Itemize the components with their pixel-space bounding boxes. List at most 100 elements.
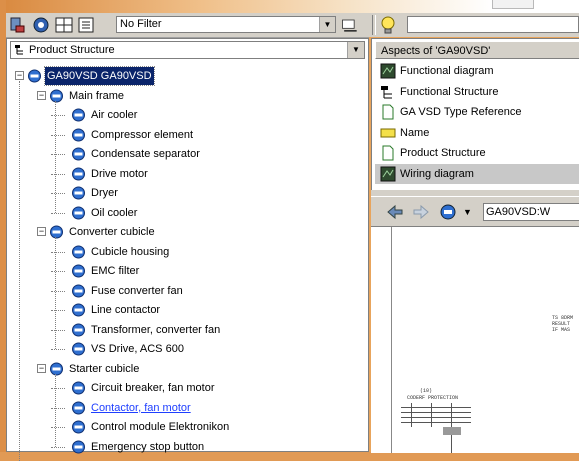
tree-node-label: Circuit breaker, fan motor	[91, 382, 215, 394]
filter-select[interactable]: No Filter ▼	[116, 16, 336, 33]
tree-node-label: Cubicle housing	[91, 245, 170, 258]
object-icon	[71, 420, 86, 434]
tree-connector	[51, 407, 65, 409]
document-icon	[380, 145, 396, 161]
structure-tree-panel: Product Structure ▼ − GA90VSD GA90VSD − Mai…	[6, 38, 369, 461]
object-icon	[71, 303, 86, 317]
tree-connector	[51, 388, 65, 389]
structure-icon	[15, 45, 23, 55]
object-icon	[71, 167, 86, 181]
collapse-icon[interactable]: −	[15, 71, 24, 80]
tree-connector	[51, 349, 65, 350]
diagram-wire	[431, 403, 432, 427]
object-icon	[71, 342, 86, 356]
tree-node-label: Compressor element	[91, 128, 194, 141]
back-icon[interactable]	[385, 203, 405, 221]
toolbar-divider	[372, 15, 376, 35]
chevron-down-icon[interactable]: ▼	[319, 17, 335, 32]
tree-connector	[51, 212, 65, 214]
tree-connector	[51, 329, 65, 331]
wiring-diagram-view[interactable]: (10) CODERF PROTECTION TS 8DRM RESULT IF…	[371, 226, 579, 453]
tree-connector	[51, 134, 65, 136]
aspect-item[interactable]: Wiring diagram	[375, 163, 579, 184]
structure-icon	[380, 84, 396, 100]
tree-node-label: GA90VSD GA90VSD	[44, 66, 155, 86]
tree-node-label: Converter cubicle	[69, 226, 155, 238]
object-icon	[71, 284, 86, 298]
object-icon	[71, 108, 86, 122]
tree-node-label: Emergency stop button	[91, 440, 205, 453]
diagram-border-line	[391, 227, 392, 453]
navigation-bar: ▼ GA90VSD:W	[371, 196, 579, 227]
tree-connector	[55, 373, 56, 447]
tree-connector	[51, 193, 65, 194]
collapse-icon[interactable]: −	[37, 90, 46, 100]
tree-connector	[51, 290, 65, 292]
object-icon	[49, 225, 64, 239]
diagram-component	[443, 427, 461, 435]
object-icon	[71, 323, 86, 337]
aspects-panel: Aspects of 'GA90VSD' Functional diagram F…	[371, 38, 579, 191]
aspect-item[interactable]: Name	[375, 123, 579, 143]
structure-select-value: Product Structure	[29, 44, 115, 56]
tree-node-label: Starter cubicle	[69, 362, 140, 375]
find-icon[interactable]	[8, 15, 28, 35]
tree-connector	[51, 115, 65, 116]
collapse-icon[interactable]: −	[37, 227, 46, 236]
structure-select[interactable]: Product Structure ▼	[10, 41, 365, 59]
tree-connector	[55, 237, 56, 349]
window-gripper	[492, 0, 534, 9]
tree-node-label: Drive motor	[91, 167, 148, 180]
aspects-header: Aspects of 'GA90VSD'	[375, 41, 579, 59]
tree-connector	[51, 173, 65, 175]
object-icon	[71, 264, 86, 278]
filter-value: No Filter	[120, 18, 162, 30]
aspect-item-label: Name	[400, 126, 430, 139]
object-icon	[71, 186, 86, 200]
tree-node-label: Oil cooler	[91, 206, 138, 219]
diagram-icon	[380, 63, 396, 79]
tree-node-label: Control module Elektronikon	[91, 421, 230, 433]
tree-connector	[55, 100, 56, 213]
tree-node-label: Air cooler	[91, 109, 138, 121]
grid-icon[interactable]	[54, 15, 74, 35]
object-icon	[49, 362, 64, 376]
collapse-icon[interactable]: −	[37, 363, 46, 373]
filter-settings-icon[interactable]	[340, 15, 364, 35]
aspect-item[interactable]: Functional diagram	[375, 61, 579, 81]
tree-connector	[51, 271, 65, 272]
object-icon	[71, 147, 86, 161]
aspect-item-label: Product Structure	[400, 147, 486, 159]
diagram-caption: CODERF PROTECTION	[407, 395, 459, 401]
refresh-icon[interactable]	[31, 15, 51, 35]
aspect-search-input[interactable]	[407, 16, 579, 33]
background-banner	[0, 0, 579, 14]
filter-options-icon[interactable]	[76, 15, 96, 35]
diagram-wire	[411, 403, 412, 427]
object-icon	[71, 206, 86, 220]
tree-node-label: EMC filter	[91, 265, 140, 277]
object-icon	[71, 381, 86, 395]
object-icon	[49, 89, 64, 103]
path-input[interactable]: GA90VSD:W	[483, 203, 579, 221]
chevron-down-icon[interactable]: ▼	[463, 203, 472, 221]
tree-node-label: Contactor, fan motor	[91, 401, 191, 414]
object-icon	[71, 401, 86, 415]
diagram-icon	[380, 166, 396, 182]
tree-node-label: Line contactor	[91, 304, 161, 316]
forward-icon[interactable]	[411, 203, 431, 221]
background-bottom-edge	[0, 452, 579, 461]
object-icon[interactable]	[439, 203, 459, 221]
tree-connector	[51, 154, 65, 155]
aspect-item[interactable]: Functional Structure	[375, 82, 579, 102]
aspect-item-label: GA VSD Type Reference	[400, 106, 522, 118]
aspect-item[interactable]: Product Structure	[375, 143, 579, 163]
aspect-item[interactable]: GA VSD Type Reference	[375, 102, 579, 122]
chevron-down-icon[interactable]: ▼	[347, 42, 364, 58]
tree-connector	[51, 310, 65, 311]
tree-node-label: VS Drive, ACS 600	[91, 343, 184, 355]
tree-node-label: Transformer, converter fan	[91, 323, 221, 336]
structure-toolbar: No Filter ▼	[6, 13, 369, 38]
lightbulb-icon[interactable]	[379, 15, 397, 35]
aspect-item-label: Wiring diagram	[400, 167, 474, 180]
